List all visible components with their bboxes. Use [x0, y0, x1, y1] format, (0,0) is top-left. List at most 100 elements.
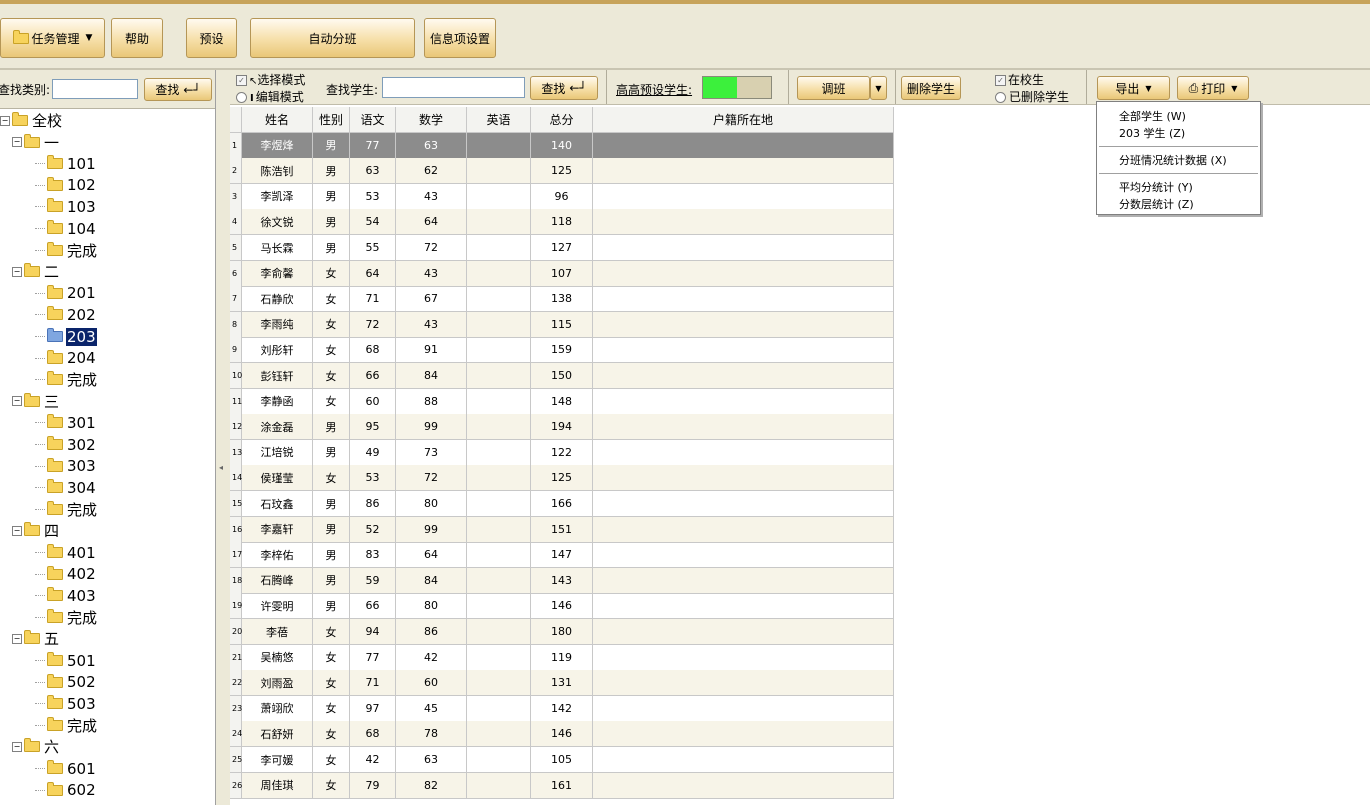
cell-total[interactable]: 194	[531, 414, 593, 441]
menu-item-all-students[interactable]: 全部学生 (W)	[1119, 108, 1186, 124]
cell-total[interactable]: 131	[531, 670, 593, 697]
cell-name[interactable]: 涂金磊	[242, 414, 313, 441]
tree-node-class[interactable]: 104	[35, 218, 97, 239]
adjust-class-dropdown-icon[interactable]: ▼	[870, 76, 887, 100]
tree-node-grade[interactable]: − 一	[12, 132, 60, 153]
cell-english[interactable]	[467, 183, 531, 210]
tree-node-class[interactable]: 203	[35, 326, 97, 347]
collapse-toggle-icon[interactable]: −	[12, 633, 22, 644]
cell-hometown[interactable]	[593, 491, 894, 517]
cell-english[interactable]	[467, 260, 531, 287]
cell-hometown[interactable]	[593, 132, 894, 159]
tree-node-class[interactable]: 301	[35, 412, 97, 433]
tree-node-class[interactable]: 102	[35, 175, 97, 196]
cell-hometown[interactable]	[593, 158, 894, 185]
collapse-toggle-icon[interactable]: −	[12, 266, 22, 277]
cell-hometown[interactable]	[593, 388, 894, 415]
tree-node-class[interactable]: 101	[35, 153, 97, 174]
cell-gender[interactable]: 女	[313, 747, 350, 773]
cell-chinese[interactable]: 53	[350, 183, 396, 210]
cell-chinese[interactable]: 49	[350, 439, 396, 466]
cell-chinese[interactable]: 54	[350, 209, 396, 236]
cell-math[interactable]: 82	[396, 772, 467, 799]
cell-gender[interactable]: 男	[313, 567, 350, 594]
cell-english[interactable]	[467, 721, 531, 748]
cell-total[interactable]: 142	[531, 695, 593, 722]
cell-name[interactable]: 李凯泽	[242, 183, 313, 210]
auto-class-button[interactable]: 自动分班	[250, 18, 415, 58]
tree-node-class[interactable]: 502	[35, 672, 97, 693]
cell-total[interactable]: 125	[531, 465, 593, 492]
cell-gender[interactable]: 女	[313, 721, 350, 748]
cell-math[interactable]: 84	[396, 567, 467, 594]
column-header-math[interactable]: 数学	[396, 107, 467, 133]
edit-mode-option[interactable]: I 编辑模式	[236, 88, 304, 105]
in-school-option[interactable]: ✓ 在校生	[995, 71, 1044, 88]
cell-english[interactable]	[467, 491, 531, 517]
cell-english[interactable]	[467, 542, 531, 569]
cell-math[interactable]: 64	[396, 542, 467, 569]
cell-math[interactable]: 62	[396, 158, 467, 185]
cell-english[interactable]	[467, 644, 531, 671]
tree-node-class[interactable]: 303	[35, 456, 97, 477]
cell-total[interactable]: 151	[531, 516, 593, 543]
cell-gender[interactable]: 男	[313, 209, 350, 236]
menu-item-tier-stats[interactable]: 分数层统计 (Z)	[1119, 196, 1194, 212]
cell-total[interactable]: 115	[531, 311, 593, 338]
cell-math[interactable]: 43	[396, 311, 467, 338]
cell-english[interactable]	[467, 465, 531, 492]
cell-chinese[interactable]: 71	[350, 286, 396, 313]
cell-math[interactable]: 63	[396, 132, 467, 159]
cell-name[interactable]: 李嘉轩	[242, 516, 313, 543]
cell-gender[interactable]: 男	[313, 542, 350, 569]
cell-math[interactable]: 80	[396, 593, 467, 620]
cell-hometown[interactable]	[593, 516, 894, 543]
cell-name[interactable]: 李蓓	[242, 619, 313, 645]
cell-total[interactable]: 138	[531, 286, 593, 313]
cell-hometown[interactable]	[593, 235, 894, 261]
cell-total[interactable]: 119	[531, 644, 593, 671]
student-search-input[interactable]	[382, 77, 525, 98]
cell-total[interactable]: 122	[531, 439, 593, 466]
cell-math[interactable]: 64	[396, 209, 467, 236]
cell-total[interactable]: 105	[531, 747, 593, 773]
cell-chinese[interactable]: 83	[350, 542, 396, 569]
cell-english[interactable]	[467, 158, 531, 185]
cell-name[interactable]: 石玟鑫	[242, 491, 313, 517]
cell-name[interactable]: 陈浩钊	[242, 158, 313, 185]
cell-gender[interactable]: 女	[313, 644, 350, 671]
cell-chinese[interactable]: 68	[350, 721, 396, 748]
cell-gender[interactable]: 女	[313, 670, 350, 697]
cell-english[interactable]	[467, 363, 531, 389]
cell-chinese[interactable]: 94	[350, 619, 396, 645]
preset-color-swatch[interactable]	[702, 76, 772, 99]
cell-gender[interactable]: 男	[313, 439, 350, 466]
tree-node-class[interactable]: 602	[35, 780, 97, 801]
cell-chinese[interactable]: 55	[350, 235, 396, 261]
column-header-total[interactable]: 总分	[531, 107, 593, 133]
cell-total[interactable]: 118	[531, 209, 593, 236]
cell-english[interactable]	[467, 286, 531, 313]
tree-node-grade[interactable]: − 二	[12, 261, 60, 282]
cell-gender[interactable]: 男	[313, 491, 350, 517]
cell-name[interactable]: 马长霖	[242, 235, 313, 261]
cell-math[interactable]: 80	[396, 491, 467, 517]
cell-gender[interactable]: 女	[313, 337, 350, 364]
cell-hometown[interactable]	[593, 363, 894, 389]
cell-chinese[interactable]: 95	[350, 414, 396, 441]
cell-total[interactable]: 166	[531, 491, 593, 517]
cell-chinese[interactable]: 60	[350, 388, 396, 415]
cell-hometown[interactable]	[593, 209, 894, 236]
cell-chinese[interactable]: 97	[350, 695, 396, 722]
info-settings-button[interactable]: 信息项设置	[424, 18, 496, 58]
select-mode-option[interactable]: ✓ ↖选择模式	[236, 71, 305, 88]
cell-total[interactable]: 140	[531, 132, 593, 159]
cell-math[interactable]: 91	[396, 337, 467, 364]
cell-total[interactable]: 96	[531, 183, 593, 210]
collapse-arrow-icon[interactable]: ◂	[219, 463, 225, 479]
cell-name[interactable]: 李煜烽	[242, 132, 313, 159]
tree-node-class[interactable]: 401	[35, 542, 97, 563]
cell-name[interactable]: 石静欣	[242, 286, 313, 313]
cell-hometown[interactable]	[593, 414, 894, 441]
cell-english[interactable]	[467, 567, 531, 594]
